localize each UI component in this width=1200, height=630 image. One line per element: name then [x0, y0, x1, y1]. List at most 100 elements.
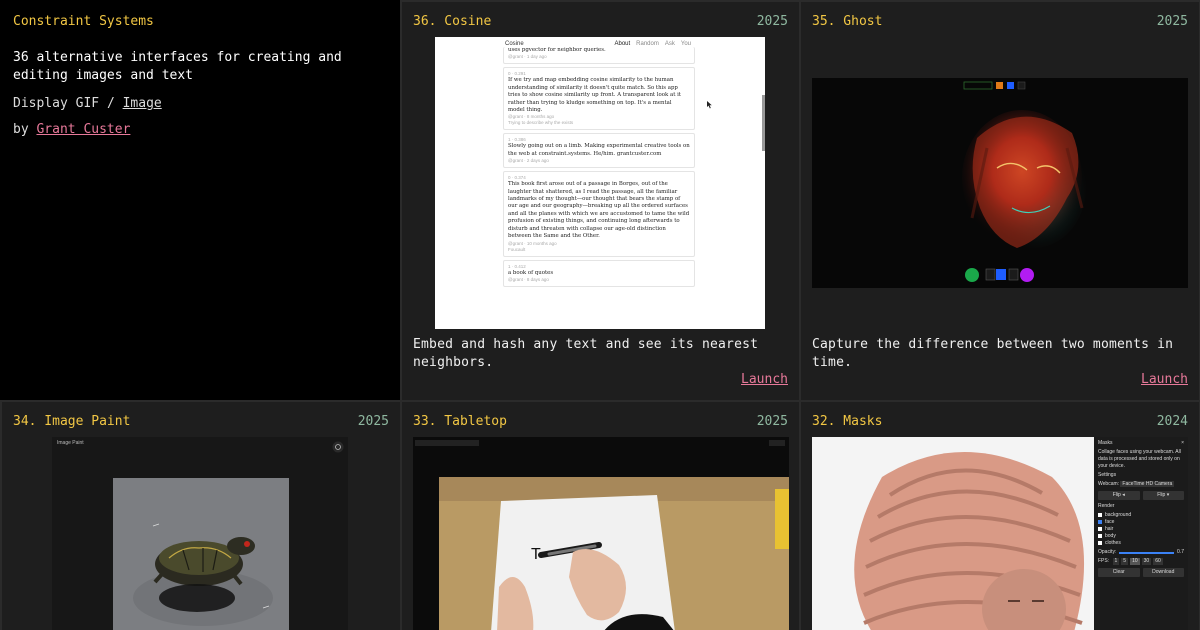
- project-screenshot[interactable]: Cosine About Random Ask You uses pgvector f…: [435, 37, 765, 329]
- masks-flip-v: Flip ▾: [1142, 491, 1184, 500]
- masks-webcam-select: FaceTime HD Camera: [1120, 481, 1175, 487]
- masks-intro: Collage faces using your webcam. All dat…: [1098, 449, 1181, 469]
- settings-icon: [332, 441, 344, 453]
- project-grid: Constraint Systems 36 alternative interf…: [0, 0, 1200, 630]
- cosine-card-note: Trying to describe why the exists: [508, 120, 574, 126]
- tabletop-screenshot-art: T: [415, 440, 789, 630]
- tagline: 36 alternative interfaces for creating a…: [13, 50, 342, 83]
- cosine-card-text: a book of quotes: [508, 269, 554, 276]
- site-title: Constraint Systems: [13, 14, 154, 29]
- masks-flip-buttons: Flip ◂ Flip ▾: [1098, 491, 1184, 500]
- masks-opacity-value: 0.7: [1177, 549, 1184, 555]
- byline: by Grant Custer: [13, 122, 387, 137]
- masks-app-name: Masks: [1098, 440, 1113, 446]
- checkbox-icon: [1098, 526, 1102, 531]
- turtle-illustration: [133, 523, 273, 626]
- cosine-card: 0 · 0.291 If we try and map embedding co…: [503, 67, 695, 131]
- card-header: 32. Masks 2024: [812, 414, 1188, 429]
- cosine-card: 0 · 0.374 This book first arose out of a…: [503, 171, 695, 257]
- image-option-link[interactable]: Image: [123, 96, 162, 111]
- masks-fps-option: 5: [1121, 558, 1129, 565]
- masks-opacity-row: Opacity: 0.7: [1098, 549, 1184, 556]
- cosine-card-meta: @grant · 2 days ago: [508, 158, 549, 164]
- project-card-image-paint[interactable]: 34. Image Paint 2025 Image Paint: [2, 402, 400, 630]
- project-year: 2025: [756, 414, 788, 429]
- masks-render-label: Render: [1098, 503, 1115, 509]
- close-icon: ×: [1181, 440, 1184, 446]
- project-screenshot[interactable]: Masks × Collage faces using your webcam.…: [812, 437, 1188, 630]
- masks-settings-panel: Masks × Collage faces using your webcam.…: [1094, 437, 1188, 630]
- launch-link[interactable]: Launch: [741, 372, 788, 387]
- masks-render-option: hair: [1098, 526, 1184, 533]
- display-label: Display: [13, 96, 68, 111]
- project-screenshot[interactable]: T: [413, 437, 789, 630]
- checkbox-icon: [1098, 540, 1102, 545]
- cosine-card: 1 · 0.412 a book of quotes @grant · 8 da…: [503, 259, 695, 287]
- cosine-card: 1 · 0.386 Slowly going out on a limb. Ma…: [503, 133, 695, 169]
- masks-render-option: body: [1098, 533, 1184, 540]
- masks-webcam-row: Webcam: FaceTime HD Camera: [1098, 481, 1184, 488]
- project-description: Embed and hash any text and see its near…: [413, 337, 759, 370]
- intro-panel: Constraint Systems 36 alternative interf…: [0, 0, 400, 400]
- project-title: 33. Tabletop: [413, 414, 507, 429]
- cosine-result-list: uses pgvector for neighbor queries. @gra…: [503, 47, 695, 290]
- author-link[interactable]: Grant Custer: [36, 122, 130, 137]
- card-header: 34. Image Paint 2025: [13, 414, 389, 429]
- masks-fps-option: 10: [1130, 558, 1140, 565]
- masks-render-option: background: [1098, 512, 1184, 519]
- masks-opacity-label: Opacity:: [1098, 549, 1117, 555]
- project-year: 2025: [1156, 14, 1188, 29]
- masks-settings-label: Settings: [1098, 472, 1117, 478]
- project-title: 32. Masks: [812, 414, 883, 429]
- masks-render-option-label: body: [1105, 533, 1116, 539]
- masks-fps-option: 30: [1141, 558, 1152, 565]
- project-title: 34. Image Paint: [13, 414, 131, 429]
- by-label: by: [13, 122, 29, 137]
- card-header: 36. Cosine 2025: [413, 14, 788, 29]
- masks-render-option: clothes: [1098, 540, 1184, 547]
- project-card-cosine[interactable]: 36. Cosine 2025 Cosine About Random Ask You…: [402, 2, 799, 400]
- cosine-card-text: uses pgvector for neighbor queries.: [508, 47, 606, 53]
- project-card-ghost[interactable]: 35. Ghost 2025 Capture the difference be…: [801, 2, 1199, 400]
- masks-fps-label: FPS:: [1098, 558, 1110, 564]
- project-title: 35. Ghost: [812, 14, 883, 29]
- project-card-tabletop[interactable]: 33. Tabletop 2025 T: [402, 402, 799, 630]
- card-header: 35. Ghost 2025: [812, 14, 1188, 29]
- checkbox-icon: [1098, 512, 1102, 517]
- cosine-card-text: This book first arose out of a passage i…: [508, 181, 690, 240]
- masks-download-button: Download: [1142, 568, 1184, 577]
- mouse-cursor-icon: [707, 101, 712, 109]
- turtle-photo: [113, 478, 289, 630]
- project-description: Capture the difference between two momen…: [812, 337, 1174, 370]
- masks-render-option: face: [1098, 519, 1184, 526]
- masks-panel-header: Masks ×: [1098, 440, 1184, 447]
- cosine-scrollbar: [762, 95, 765, 151]
- masks-render-option-label: clothes: [1105, 540, 1121, 546]
- masks-face-collage: [854, 452, 1085, 630]
- gif-option[interactable]: GIF: [76, 96, 99, 111]
- project-year: 2024: [1156, 414, 1188, 429]
- masks-clear-button: Clear: [1098, 568, 1140, 577]
- launch-link[interactable]: Launch: [1141, 372, 1188, 387]
- masks-render-option-label: face: [1105, 519, 1115, 525]
- cosine-card: uses pgvector for neighbor queries. @gra…: [503, 47, 695, 65]
- project-screenshot[interactable]: Image Paint: [52, 437, 348, 630]
- project-screenshot[interactable]: [812, 78, 1188, 288]
- masks-fps-option: 60: [1153, 558, 1163, 565]
- masks-render-option-label: hair: [1105, 526, 1114, 532]
- project-title: 36. Cosine: [413, 14, 492, 29]
- project-year: 2025: [357, 414, 389, 429]
- cosine-card-text: If we try and map embedding cosine simil…: [508, 77, 681, 114]
- cosine-card-meta: @grant · 1 day ago: [508, 54, 547, 60]
- masks-action-buttons: Clear Download: [1098, 568, 1184, 577]
- masks-render-option-label: background: [1105, 512, 1132, 518]
- project-card-masks[interactable]: 32. Masks 2024 Masks × Collage faces usi…: [801, 402, 1199, 630]
- display-toggle: Display GIF / Image: [13, 96, 387, 111]
- image-paint-app-name: Image Paint: [57, 440, 84, 446]
- masks-opacity-slider: [1119, 551, 1175, 554]
- masks-fps-row: FPS: 1 5 10 30 60: [1098, 558, 1184, 565]
- masks-flip-h: Flip ◂: [1098, 491, 1140, 500]
- display-separator: /: [106, 96, 115, 111]
- ghost-screenshot-art: [962, 81, 1086, 282]
- card-header: 33. Tabletop 2025: [413, 414, 788, 429]
